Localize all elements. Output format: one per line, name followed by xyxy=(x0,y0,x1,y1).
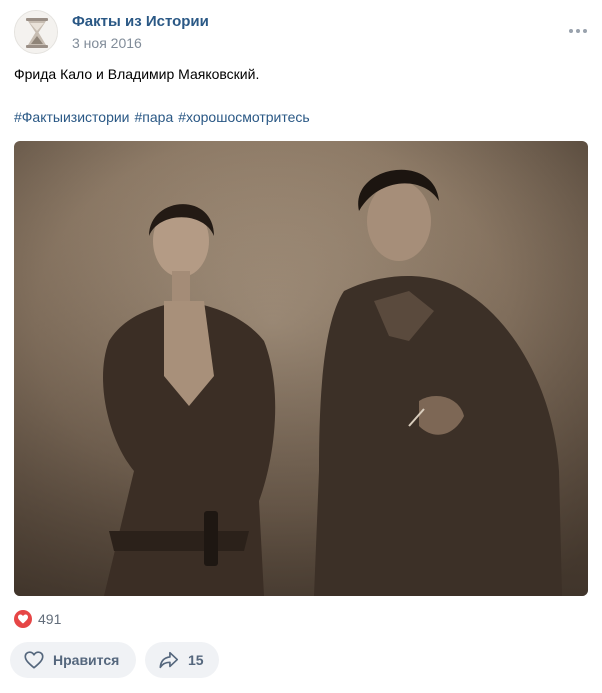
share-arrow-icon xyxy=(159,651,179,669)
like-button-label: Нравится xyxy=(53,652,120,668)
hashtags: #Фактыизистории #пара #хорошосмотритесь xyxy=(14,108,315,126)
like-button[interactable]: Нравится xyxy=(10,642,136,678)
hourglass-icon[interactable] xyxy=(14,10,58,54)
hashtag-link[interactable]: #хорошосмотритесь xyxy=(178,109,309,125)
post-date[interactable]: 3 ноя 2016 xyxy=(72,35,142,51)
wall-post: Факты из Истории 3 ноя 2016 Фрида Кало и… xyxy=(0,0,602,693)
post-photo[interactable] xyxy=(14,141,588,596)
likes-count: 491 xyxy=(38,611,62,627)
share-button[interactable]: 15 xyxy=(145,642,219,678)
hashtag-link[interactable]: #пара xyxy=(135,109,174,125)
post-text: Фрида Кало и Владимир Маяковский. xyxy=(14,66,260,82)
post-header: Факты из Истории 3 ноя 2016 xyxy=(14,10,590,54)
share-count: 15 xyxy=(188,652,204,668)
more-dots-icon[interactable] xyxy=(566,23,590,39)
hashtag-link[interactable]: #Фактыизистории xyxy=(14,109,130,125)
heart-icon xyxy=(14,610,32,628)
likes-summary[interactable]: 491 xyxy=(14,609,61,629)
author-name[interactable]: Факты из Истории xyxy=(72,13,209,30)
heart-outline-icon xyxy=(24,651,44,669)
